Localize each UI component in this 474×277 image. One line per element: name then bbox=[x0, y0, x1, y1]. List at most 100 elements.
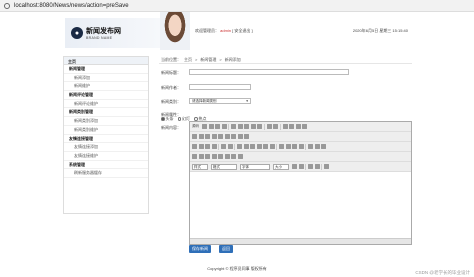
sidebar-group-links[interactable]: 友情连接管理 bbox=[64, 135, 148, 144]
admin-name: admin bbox=[220, 28, 232, 33]
paste-text-icon[interactable] bbox=[250, 124, 256, 129]
sidebar-item-comments-maintain[interactable]: 新闻评论维护 bbox=[64, 100, 148, 109]
save-icon[interactable] bbox=[202, 124, 207, 129]
special-char-icon[interactable] bbox=[224, 154, 230, 159]
hidden-field-icon[interactable] bbox=[244, 134, 249, 139]
outdent-icon[interactable] bbox=[250, 144, 255, 149]
toolbar-divider bbox=[305, 143, 306, 150]
save-news-button[interactable]: 保存新闻 bbox=[189, 245, 211, 253]
sidebar-group-news[interactable]: 新闻管理 bbox=[64, 65, 148, 74]
numbered-list-icon[interactable] bbox=[237, 144, 242, 149]
select-all-icon[interactable] bbox=[295, 124, 301, 129]
link-icon[interactable] bbox=[308, 144, 313, 149]
subscript-icon[interactable] bbox=[221, 144, 226, 149]
font-combo[interactable]: 字体 bbox=[240, 163, 270, 170]
align-left-icon[interactable] bbox=[279, 144, 284, 149]
checkbox-icon[interactable] bbox=[198, 134, 204, 139]
logout-link[interactable]: [ 安全退出 ] bbox=[232, 28, 252, 33]
source-button[interactable]: 源码 bbox=[192, 124, 199, 129]
strike-icon[interactable] bbox=[211, 144, 217, 149]
author-input[interactable] bbox=[189, 84, 251, 90]
unlink-icon[interactable] bbox=[314, 144, 320, 149]
smiley-icon[interactable] bbox=[218, 154, 223, 159]
sidebar-item-links-add[interactable]: 友情连接添加 bbox=[64, 143, 148, 152]
anchor-icon[interactable] bbox=[321, 144, 326, 149]
sidebar-item-links-maintain[interactable]: 友情连接维护 bbox=[64, 152, 148, 161]
help-icon[interactable] bbox=[324, 164, 329, 169]
sidebar-item-news-add[interactable]: 新闻添加 bbox=[64, 74, 148, 83]
sidebar-item-category-add[interactable]: 新闻类别添加 bbox=[64, 117, 148, 126]
align-right-icon[interactable] bbox=[292, 144, 297, 149]
underline-icon[interactable] bbox=[205, 144, 210, 149]
news-form: 新闻标题： 新闻作者： 新闻类别： 请选择新闻类别 ▾ 新闻属性： 头条 幻灯 … bbox=[159, 64, 412, 253]
format-combo-label: 格式 bbox=[213, 164, 220, 169]
text-color-icon[interactable] bbox=[292, 164, 297, 169]
paste-word-icon[interactable] bbox=[257, 124, 262, 129]
sidebar-group-system[interactable]: 系统管理 bbox=[64, 161, 148, 170]
new-page-icon[interactable] bbox=[208, 124, 214, 129]
radio-headline[interactable]: 头条 bbox=[161, 116, 174, 122]
browser-url-bar[interactable]: localhost:8080/News/news/action=preSave bbox=[0, 0, 474, 12]
size-combo[interactable]: 大小 bbox=[273, 163, 289, 170]
bg-color-icon[interactable] bbox=[298, 164, 304, 169]
breadcrumb-home[interactable]: 主页 bbox=[184, 57, 192, 63]
rich-text-editor[interactable]: 源码 样式 格式 字体 大小 bbox=[189, 121, 412, 245]
sidebar-home[interactable]: 主页 bbox=[64, 57, 148, 65]
back-button[interactable]: 返回 bbox=[219, 245, 233, 253]
maximize-icon[interactable] bbox=[308, 164, 313, 169]
italic-icon[interactable] bbox=[198, 144, 204, 149]
image-icon[interactable] bbox=[192, 154, 197, 159]
paste-icon[interactable] bbox=[244, 124, 249, 129]
sidebar: 主页 新闻管理 新闻添加 新闻维护 新闻评论管理 新闻评论维护 新闻类别管理 新… bbox=[63, 56, 149, 214]
indent-icon[interactable] bbox=[256, 144, 262, 149]
sidebar-group-category[interactable]: 新闻类别管理 bbox=[64, 108, 148, 118]
radio-icon[interactable] bbox=[205, 134, 210, 139]
cut-icon[interactable] bbox=[231, 124, 236, 129]
undo-icon[interactable] bbox=[266, 124, 272, 129]
horizontal-rule-icon[interactable] bbox=[211, 154, 217, 159]
div-icon[interactable] bbox=[269, 144, 275, 149]
textfield-icon[interactable] bbox=[211, 134, 217, 139]
breadcrumb-news-manage[interactable]: 新闻管理 bbox=[200, 57, 216, 63]
sidebar-group-comments[interactable]: 新闻评论管理 bbox=[64, 91, 148, 100]
format-combo[interactable]: 格式 bbox=[211, 163, 237, 170]
font-combo-label: 字体 bbox=[242, 164, 249, 169]
editor-content-area[interactable] bbox=[190, 172, 411, 238]
superscript-icon[interactable] bbox=[227, 144, 233, 149]
bulleted-list-icon[interactable] bbox=[243, 144, 249, 149]
flash-icon[interactable] bbox=[198, 154, 204, 159]
table-icon[interactable] bbox=[205, 154, 210, 159]
radio-dot-icon bbox=[177, 117, 181, 121]
copy-icon[interactable] bbox=[237, 124, 243, 129]
form-icon[interactable] bbox=[192, 134, 197, 139]
button-field-icon[interactable] bbox=[231, 134, 236, 139]
show-blocks-icon[interactable] bbox=[314, 164, 320, 169]
find-icon[interactable] bbox=[282, 124, 288, 129]
template-icon[interactable] bbox=[221, 124, 227, 129]
blockquote-icon[interactable] bbox=[263, 144, 268, 149]
logo-title: 新闻发布网 bbox=[86, 27, 121, 35]
url-text[interactable]: localhost:8080/News/news/action=preSave bbox=[14, 3, 129, 9]
bold-icon[interactable] bbox=[192, 144, 197, 149]
textarea-icon[interactable] bbox=[218, 134, 223, 139]
toolbar-divider bbox=[321, 163, 322, 170]
spellcheck-icon[interactable] bbox=[302, 124, 307, 129]
preview-icon[interactable] bbox=[215, 124, 220, 129]
page-break-icon[interactable] bbox=[231, 154, 236, 159]
align-justify-icon[interactable] bbox=[298, 144, 304, 149]
title-input[interactable] bbox=[189, 69, 349, 75]
replace-icon[interactable] bbox=[289, 124, 294, 129]
editor-toolbar-3 bbox=[190, 142, 411, 152]
editor-toolbar-4 bbox=[190, 152, 411, 162]
style-combo[interactable]: 样式 bbox=[192, 163, 208, 170]
iframe-icon[interactable] bbox=[237, 154, 243, 159]
category-select[interactable]: 请选择新闻类别 ▾ bbox=[189, 98, 251, 104]
sidebar-item-category-maintain[interactable]: 新闻类别维护 bbox=[64, 126, 148, 135]
sidebar-item-refresh-cache[interactable]: 刷新服务器缓存 bbox=[64, 169, 148, 178]
select-field-icon[interactable] bbox=[224, 134, 230, 139]
image-button-icon[interactable] bbox=[237, 134, 243, 139]
align-center-icon[interactable] bbox=[285, 144, 291, 149]
sidebar-item-news-maintain[interactable]: 新闻维护 bbox=[64, 82, 148, 92]
redo-icon[interactable] bbox=[273, 124, 278, 129]
editor-toolbar-2 bbox=[190, 132, 411, 142]
